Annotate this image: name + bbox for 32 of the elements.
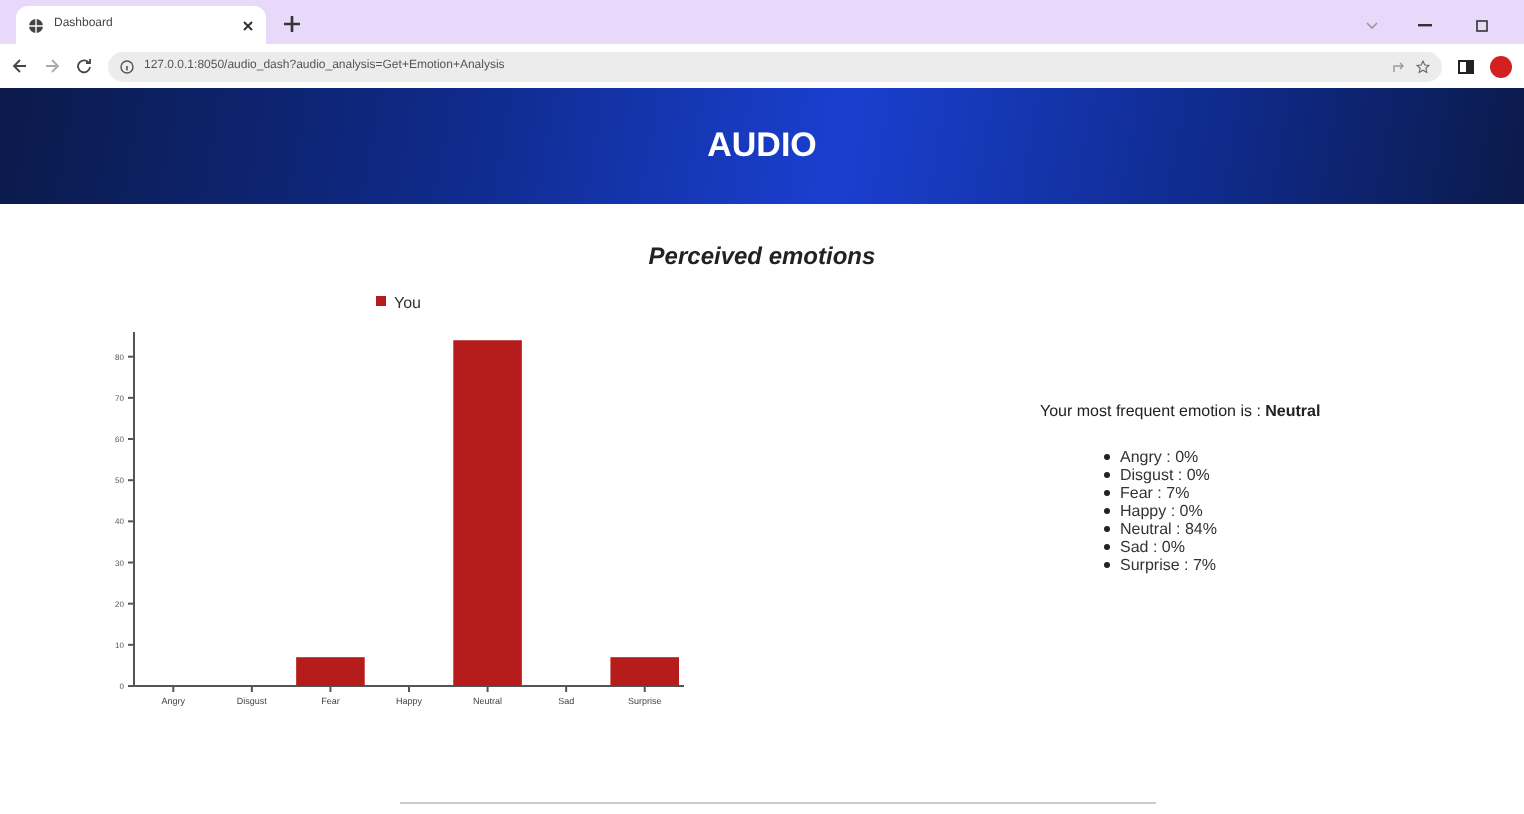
info-icon bbox=[120, 59, 134, 73]
bullet-icon bbox=[1104, 508, 1110, 514]
bullet-icon bbox=[1104, 490, 1110, 496]
bar bbox=[296, 657, 365, 686]
profile-avatar[interactable] bbox=[1490, 55, 1512, 77]
legend: You bbox=[376, 294, 421, 312]
emotion-percentage: Angry : 0% bbox=[1120, 448, 1199, 466]
side-panel-icon[interactable] bbox=[1458, 59, 1474, 73]
star-icon[interactable] bbox=[1416, 59, 1430, 73]
bullet-icon bbox=[1104, 526, 1110, 532]
header-title: AUDIO bbox=[707, 124, 817, 169]
bullet-icon bbox=[1104, 562, 1110, 568]
minimize-icon[interactable] bbox=[1418, 24, 1432, 28]
bullet-icon bbox=[1104, 454, 1110, 460]
close-icon[interactable] bbox=[242, 19, 254, 31]
emotion-percentage: Surprise : 7% bbox=[1120, 556, 1217, 574]
bullet-icon bbox=[1104, 544, 1110, 550]
emotion-percentage: Neutral : 84% bbox=[1120, 520, 1217, 538]
summary-sentence: Your most frequent emotion is : Neutral bbox=[1040, 400, 1321, 424]
globe-icon bbox=[28, 17, 44, 33]
emotion-percentage: Fear : 7% bbox=[1120, 484, 1190, 502]
bullet-icon bbox=[1104, 472, 1110, 478]
emotion-percentage: Happy : 0% bbox=[1120, 502, 1203, 520]
reload-icon[interactable] bbox=[76, 58, 92, 74]
emotion-percentage: Disgust : 0% bbox=[1120, 466, 1210, 484]
restore-icon[interactable] bbox=[1476, 20, 1488, 32]
legend-label: You bbox=[394, 294, 421, 312]
emotion-percentage: Sad : 0% bbox=[1120, 538, 1185, 556]
back-icon[interactable] bbox=[12, 58, 28, 74]
section-title: Perceived emotions bbox=[648, 240, 876, 274]
new-tab-icon[interactable] bbox=[284, 16, 300, 32]
bar bbox=[610, 657, 679, 686]
